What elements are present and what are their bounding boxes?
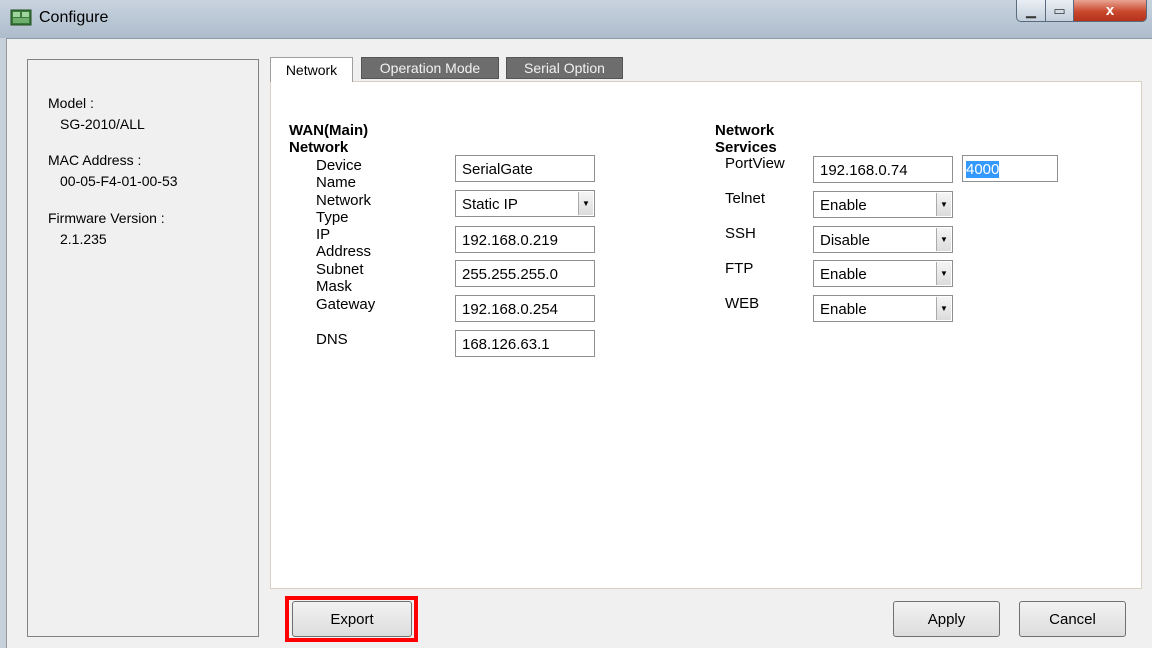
portview-port-input[interactable]: 4000 xyxy=(962,155,1058,182)
gateway-label: Gateway xyxy=(316,296,376,313)
device-name-label: Device Name xyxy=(316,157,362,191)
mac-address-label: MAC Address : xyxy=(48,152,142,168)
ssh-value: Disable xyxy=(820,232,871,249)
cancel-button[interactable]: Cancel xyxy=(1019,601,1126,637)
subnet-mask-input[interactable]: 255.255.255.0 xyxy=(455,260,595,287)
dropdown-arrow-icon[interactable]: ▼ xyxy=(936,262,951,285)
network-type-label: Network Type xyxy=(316,192,372,226)
network-type-select[interactable]: Static IP ▼ xyxy=(455,190,595,217)
close-icon: x xyxy=(1105,2,1115,19)
dropdown-arrow-icon[interactable]: ▼ xyxy=(936,297,951,320)
ftp-select[interactable]: Enable ▼ xyxy=(813,260,953,287)
web-select[interactable]: Enable ▼ xyxy=(813,295,953,322)
minimize-icon: ▁ xyxy=(1026,2,1036,18)
dropdown-arrow-icon[interactable]: ▼ xyxy=(936,193,951,216)
window-title: Configure xyxy=(39,9,109,26)
telnet-select[interactable]: Enable ▼ xyxy=(813,191,953,218)
tab-network[interactable]: Network xyxy=(270,57,353,82)
telnet-value: Enable xyxy=(820,197,867,214)
ip-address-input[interactable]: 192.168.0.219 xyxy=(455,226,595,253)
portview-port-value: 4000 xyxy=(966,161,1000,178)
maximize-button[interactable]: ▭ xyxy=(1045,0,1074,22)
window-frame xyxy=(0,38,7,648)
tab-serial-option[interactable]: Serial Option xyxy=(506,57,623,79)
model-value: SG-2010/ALL xyxy=(60,116,145,132)
device-name-input[interactable]: SerialGate xyxy=(455,155,595,182)
mac-address-value: 00-05-F4-01-00-53 xyxy=(60,173,178,189)
wan-section-title: WAN(Main) Network xyxy=(289,122,369,156)
network-services-title: Network Services xyxy=(715,122,777,156)
model-label: Model : xyxy=(48,95,94,111)
network-type-value: Static IP xyxy=(462,196,518,213)
ftp-label: FTP xyxy=(725,260,754,277)
telnet-label: Telnet xyxy=(725,190,766,207)
web-label: WEB xyxy=(725,295,760,312)
dns-input[interactable]: 168.126.63.1 xyxy=(455,330,595,357)
title-bar xyxy=(0,0,1152,39)
firmware-version-label: Firmware Version : xyxy=(48,210,165,226)
apply-button[interactable]: Apply xyxy=(893,601,1000,637)
close-button[interactable]: x xyxy=(1073,0,1147,22)
dropdown-arrow-icon[interactable]: ▼ xyxy=(578,192,593,215)
dropdown-arrow-icon[interactable]: ▼ xyxy=(936,228,951,251)
ip-address-label: IP Address xyxy=(316,226,372,260)
portview-ip-input[interactable]: 192.168.0.74 xyxy=(813,156,953,183)
gateway-input[interactable]: 192.168.0.254 xyxy=(455,295,595,322)
firmware-version-value: 2.1.235 xyxy=(60,231,107,247)
app-icon xyxy=(10,8,32,28)
web-value: Enable xyxy=(820,301,867,318)
ssh-select[interactable]: Disable ▼ xyxy=(813,226,953,253)
device-info-panel xyxy=(27,59,259,637)
minimize-button[interactable]: ▁ xyxy=(1016,0,1046,22)
ftp-value: Enable xyxy=(820,266,867,283)
portview-label: PortView xyxy=(725,155,785,172)
subnet-mask-label: Subnet Mask xyxy=(316,261,364,295)
ssh-label: SSH xyxy=(725,225,756,242)
export-highlight-box xyxy=(285,596,418,642)
dns-label: DNS xyxy=(316,331,348,348)
tab-operation-mode[interactable]: Operation Mode xyxy=(361,57,499,79)
maximize-icon: ▭ xyxy=(1053,2,1066,18)
